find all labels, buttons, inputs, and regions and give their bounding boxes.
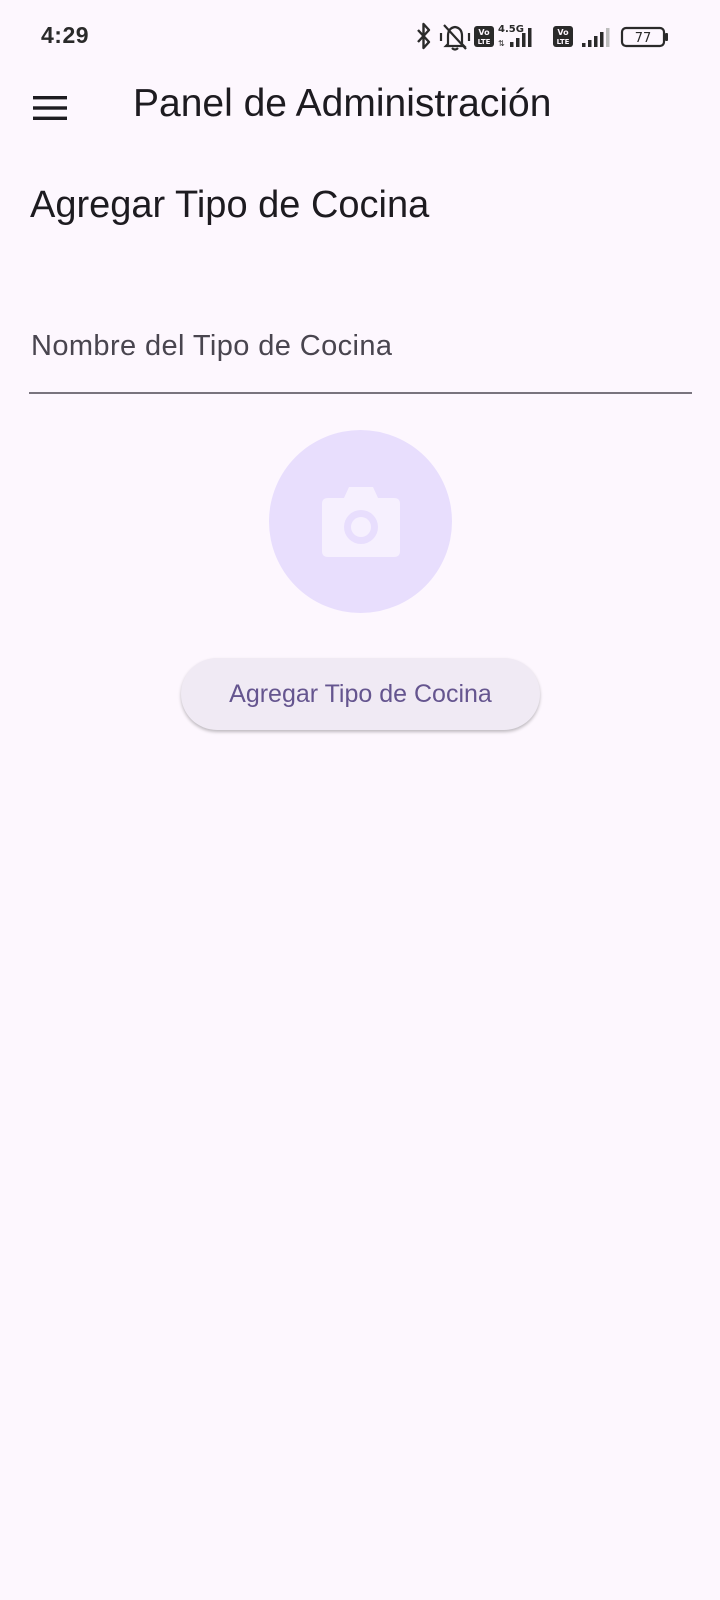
add-cuisine-type-button[interactable]: Agregar Tipo de Cocina bbox=[181, 658, 540, 730]
battery-icon: 77 bbox=[620, 26, 668, 48]
camera-icon bbox=[321, 486, 400, 557]
mute-icon bbox=[439, 24, 471, 51]
cuisine-name-field[interactable] bbox=[29, 300, 692, 394]
page-heading: Agregar Tipo de Cocina bbox=[30, 184, 430, 226]
signal-icon-2 bbox=[582, 28, 610, 47]
photo-picker-button[interactable] bbox=[269, 430, 452, 613]
svg-text:LTE: LTE bbox=[478, 38, 491, 46]
svg-text:Vo: Vo bbox=[557, 28, 569, 37]
volte-icon-2: Vo LTE bbox=[553, 26, 573, 47]
network-type-label: 4.5G bbox=[498, 24, 524, 35]
svg-text:Vo: Vo bbox=[478, 28, 490, 37]
cuisine-name-input[interactable] bbox=[29, 300, 692, 392]
input-underline bbox=[29, 392, 692, 394]
status-bar: 4:29 Vo LTE 4.5G ⇅ Vo LTE 77 bbox=[0, 0, 720, 72]
app-title: Panel de Administración bbox=[133, 82, 552, 125]
status-icons: Vo LTE 4.5G ⇅ Vo LTE 77 bbox=[417, 22, 668, 51]
menu-button[interactable] bbox=[20, 78, 80, 138]
svg-text:⇅: ⇅ bbox=[498, 39, 505, 48]
bluetooth-icon bbox=[417, 22, 431, 50]
volte-icon: Vo LTE bbox=[474, 26, 494, 47]
status-time: 4:29 bbox=[41, 22, 90, 48]
menu-icon bbox=[33, 96, 67, 120]
svg-text:LTE: LTE bbox=[557, 38, 570, 46]
app-bar: Panel de Administración bbox=[0, 72, 720, 144]
battery-level: 77 bbox=[635, 31, 652, 46]
